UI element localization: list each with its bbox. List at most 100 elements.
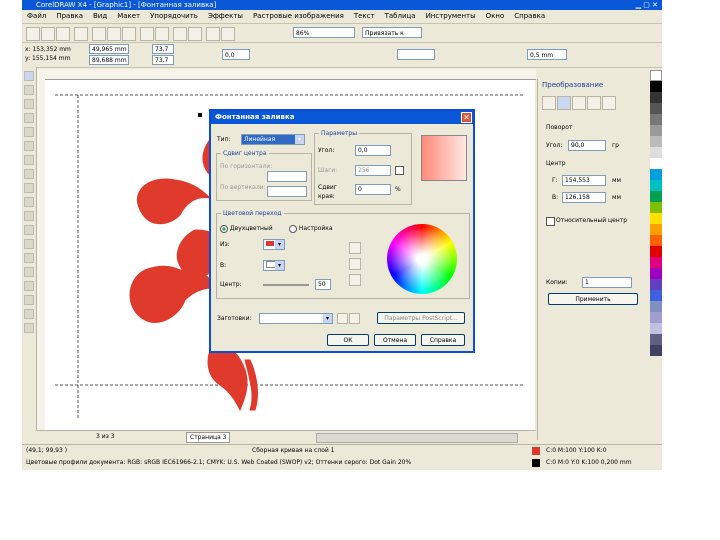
swatch[interactable] <box>650 92 662 103</box>
copies-field[interactable]: 1 <box>582 277 632 288</box>
swatch[interactable] <box>650 334 662 345</box>
zoom-tool-icon[interactable] <box>24 113 34 123</box>
swatch[interactable] <box>650 235 662 246</box>
ok-button[interactable]: ОК <box>327 334 369 346</box>
lock-icon[interactable] <box>395 166 404 175</box>
zoom-select[interactable]: 86% <box>293 27 355 38</box>
swatch[interactable] <box>650 147 662 158</box>
center-h-field[interactable] <box>267 171 307 182</box>
remove-preset-icon[interactable] <box>349 313 360 324</box>
ccw-path-icon[interactable] <box>349 258 361 270</box>
swatch-none[interactable] <box>650 70 662 81</box>
mid-point-slider[interactable] <box>263 284 309 286</box>
menu-view[interactable]: Вид <box>88 10 112 23</box>
open-icon[interactable] <box>41 27 55 41</box>
skew-icon[interactable] <box>602 96 616 110</box>
to-color-picker[interactable]: ▾ <box>263 260 285 271</box>
menu-bitmaps[interactable]: Растровые изображения <box>248 10 349 23</box>
ellipse-tool-icon[interactable] <box>24 169 34 179</box>
swatch[interactable] <box>650 268 662 279</box>
swatch[interactable] <box>650 191 662 202</box>
menu-window[interactable]: Окно <box>481 10 510 23</box>
width-field[interactable]: 49,965 mm <box>89 44 129 54</box>
center-v-field[interactable]: 126,158 <box>562 192 606 203</box>
two-color-radio[interactable]: Двухцветный <box>220 224 273 233</box>
swatch[interactable] <box>650 290 662 301</box>
cw-path-icon[interactable] <box>349 274 361 286</box>
swatch[interactable] <box>650 213 662 224</box>
scale-y-field[interactable]: 73,7 <box>152 55 174 65</box>
cancel-button[interactable]: Отмена <box>374 334 416 346</box>
swatch[interactable] <box>650 81 662 92</box>
save-icon[interactable] <box>56 27 70 41</box>
fill-tool-icon[interactable] <box>24 309 34 319</box>
redo-icon[interactable] <box>155 27 169 41</box>
swatch[interactable] <box>650 323 662 334</box>
swatch[interactable] <box>650 103 662 114</box>
y-position[interactable]: y: 155,154 mm <box>25 54 70 63</box>
postscript-options-button[interactable]: Параметры PostScript... <box>377 312 465 324</box>
new-icon[interactable] <box>26 27 40 41</box>
welcome-icon[interactable] <box>221 27 235 41</box>
export-icon[interactable] <box>188 27 202 41</box>
app-launcher-icon[interactable] <box>206 27 220 41</box>
presets-select[interactable]: ▾ <box>259 313 333 324</box>
pick-tool-icon[interactable] <box>24 71 34 81</box>
mid-point-field[interactable]: 50 <box>315 279 331 290</box>
outline-tool-icon[interactable] <box>24 295 34 305</box>
eyedropper-tool-icon[interactable] <box>24 281 34 291</box>
interactive-fill-tool-icon[interactable] <box>24 323 34 333</box>
polygon-tool-icon[interactable] <box>24 183 34 193</box>
connector-tool-icon[interactable] <box>24 253 34 263</box>
rotate-icon[interactable] <box>557 96 571 110</box>
custom-radio[interactable]: Настройка <box>289 224 333 233</box>
menu-arrange[interactable]: Упорядочить <box>145 10 203 23</box>
menu-text[interactable]: Текст <box>349 10 380 23</box>
center-h-field[interactable]: 154,553 <box>562 175 606 186</box>
close-icon[interactable]: ✕ <box>461 112 472 123</box>
swatch[interactable] <box>650 301 662 312</box>
x-position[interactable]: x: 153,352 mm <box>25 45 71 54</box>
from-color-picker[interactable]: ▾ <box>263 239 285 250</box>
print-icon[interactable] <box>74 27 88 41</box>
swatch[interactable] <box>650 202 662 213</box>
swatch[interactable] <box>650 125 662 136</box>
color-wheel[interactable] <box>387 224 457 294</box>
swatch[interactable] <box>650 224 662 235</box>
table-tool-icon[interactable] <box>24 225 34 235</box>
color-palette[interactable] <box>650 70 662 440</box>
menu-tools[interactable]: Инструменты <box>421 10 481 23</box>
menu-table[interactable]: Таблица <box>380 10 421 23</box>
swatch[interactable] <box>650 312 662 323</box>
menu-edit[interactable]: Правка <box>51 10 88 23</box>
edge-pad-field[interactable]: 0 <box>355 184 391 195</box>
rectangle-tool-icon[interactable] <box>24 155 34 165</box>
center-v-field[interactable] <box>267 186 307 197</box>
menu-effects[interactable]: Эффекты <box>203 10 248 23</box>
swatch[interactable] <box>650 279 662 290</box>
direct-path-icon[interactable] <box>349 242 361 254</box>
rotation-angle-field[interactable]: 90,0 <box>568 140 606 151</box>
shape-tool-icon[interactable] <box>24 85 34 95</box>
crop-tool-icon[interactable] <box>24 99 34 109</box>
paste-icon[interactable] <box>122 27 136 41</box>
apply-button[interactable]: Применить <box>548 293 638 305</box>
size-icon[interactable] <box>587 96 601 110</box>
rotation-field[interactable]: 0,0 <box>222 49 250 60</box>
swatch[interactable] <box>650 246 662 257</box>
scale-icon[interactable] <box>572 96 586 110</box>
menu-help[interactable]: Справка <box>509 10 550 23</box>
undo-icon[interactable] <box>140 27 154 41</box>
angle-field[interactable]: 0,0 <box>355 145 391 156</box>
swatch[interactable] <box>650 114 662 125</box>
swatch[interactable] <box>650 180 662 191</box>
cut-icon[interactable] <box>92 27 106 41</box>
swatch[interactable] <box>650 257 662 268</box>
steps-field[interactable]: 256 <box>355 165 391 176</box>
freehand-tool-icon[interactable] <box>24 127 34 137</box>
swatch[interactable] <box>650 169 662 180</box>
outline-width-field[interactable]: 0,5 mm <box>527 49 567 60</box>
menu-file[interactable]: Файл <box>22 10 51 23</box>
snap-to-select[interactable]: Привязать к <box>362 27 422 38</box>
help-button[interactable]: Справка <box>421 334 465 346</box>
